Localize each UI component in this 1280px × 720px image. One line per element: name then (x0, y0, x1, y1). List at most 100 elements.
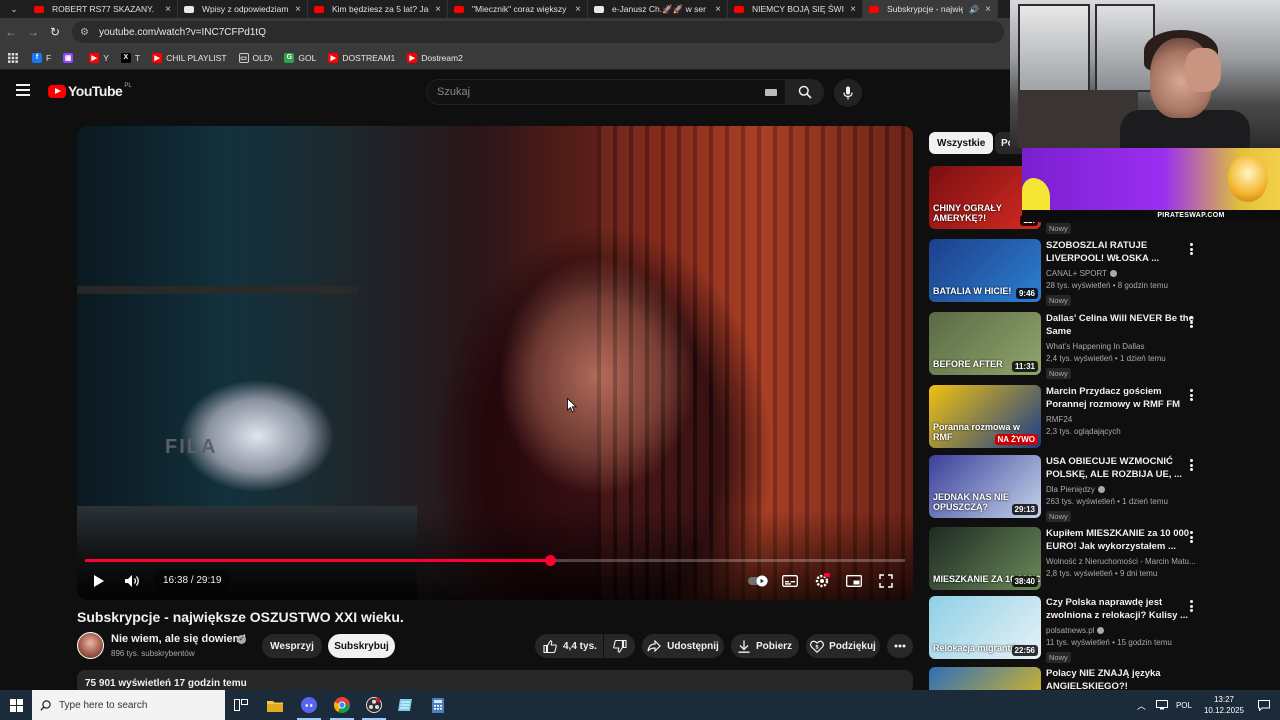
chip-all[interactable]: Wszystkie (929, 132, 994, 154)
notification-icon[interactable] (1258, 699, 1270, 711)
recommendation-channel[interactable]: Dla Pieniędzy (1046, 485, 1105, 494)
address-bar[interactable]: ⚙ youtube.com/watch?v=INC7CFPd1tQ (72, 21, 1004, 43)
recommendation-channel[interactable]: CANAL+ SPORT (1046, 269, 1117, 278)
more-vertical-icon[interactable] (1190, 316, 1194, 330)
browser-tab[interactable]: NIEMCY BOJĄ SIĘ ŚWIĄT × (728, 0, 863, 18)
recommendation-item[interactable]: MIESZKANIE ZA 10 000 €38:40 Kupiłem MIESZ… (929, 527, 1209, 595)
chrome-app-button[interactable] (326, 690, 358, 720)
bookmark-item[interactable]: XT (120, 52, 140, 63)
tab-close-icon[interactable]: × (435, 4, 441, 15)
more-vertical-icon[interactable] (1190, 389, 1194, 403)
browser-tab[interactable]: ROBERT RS77 SKAZANY. × (28, 0, 178, 18)
fullscreen-button[interactable] (875, 570, 897, 592)
notes-app-button[interactable] (390, 690, 422, 720)
play-button[interactable] (89, 570, 109, 592)
voice-search-button[interactable] (834, 79, 862, 107)
subscribe-button[interactable]: Subskrybuj (328, 634, 395, 658)
network-icon[interactable] (1155, 700, 1168, 710)
bookmark-item[interactable]: ▶ Dostream2 (407, 52, 463, 63)
tab-audio-icon[interactable]: 🔊 (969, 5, 979, 14)
recommendation-title[interactable]: Polacy NIE ZNAJĄ języka ANGIELSKIEGO?! (1046, 667, 1201, 690)
bookmark-item[interactable]: G GOL (284, 52, 316, 63)
recommendation-thumbnail[interactable]: BEFORE AFTER 11:31 (929, 312, 1041, 375)
tab-close-icon[interactable]: × (575, 4, 581, 15)
recommendation-title[interactable]: SZOBOSZLAI RATUJE LIVERPOOL! WŁOSKA ... (1046, 239, 1201, 265)
recommendation-channel[interactable]: polsatnews.pl (1046, 626, 1105, 635)
recommendation-thumbnail[interactable]: Poranna rozmowa w RMF NA ŻYWO (929, 385, 1041, 448)
recommendation-title[interactable]: Kupiłem MIESZKANIE za 10 000 EURO! Jak w… (1046, 527, 1201, 553)
browser-tab[interactable]: Wpisy z odpowiedziami u × (178, 0, 308, 18)
progress-scrubber[interactable] (544, 555, 556, 566)
recommendation-item[interactable]: JEDNAK NAS NIE OPUSZCZĄ? 29:13 USA OBIECUJ… (929, 455, 1209, 523)
more-vertical-icon[interactable] (1190, 600, 1194, 614)
tray-chevron-icon[interactable]: ︿ (1137, 699, 1146, 712)
tab-close-icon[interactable]: × (985, 4, 991, 15)
share-button[interactable]: Udostępnij (642, 634, 724, 658)
recommendation-item[interactable]: Relokacja migrantów 22:56 Czy Polska napra… (929, 596, 1209, 664)
calculator-app-button[interactable] (422, 690, 454, 720)
obs-app-button[interactable] (358, 690, 390, 720)
recommendation-thumbnail[interactable]: JEDNAK NAS NIE OPUSZCZĄ? 29:13 (929, 455, 1041, 518)
bookmark-item[interactable]: fF (32, 52, 51, 63)
tab-close-icon[interactable]: × (715, 4, 721, 15)
dislike-button[interactable] (604, 634, 635, 658)
more-vertical-icon[interactable] (1190, 459, 1194, 473)
tab-close-icon[interactable]: × (165, 4, 171, 15)
more-actions-button[interactable] (887, 634, 913, 658)
search-button[interactable] (786, 79, 824, 105)
recommendation-item[interactable]: Polacy NIE ZNAJĄ języka ANGIELSKIEGO?! (929, 667, 1209, 690)
browser-tab[interactable]: e-Janusz Ch.🚀🚀 w ser × (588, 0, 728, 18)
channel-avatar[interactable] (77, 632, 104, 659)
recommendation-thumbnail[interactable] (929, 667, 1041, 690)
bookmark-item[interactable]: ▶ DOSTREAM1 (328, 52, 395, 63)
browser-tab[interactable]: Subskrypcje - najwięk 🔊 × (863, 0, 998, 18)
recommendation-thumbnail[interactable]: Relokacja migrantów 22:56 (929, 596, 1041, 659)
autoplay-toggle[interactable] (747, 570, 771, 592)
thanks-button[interactable]: $ Podziękuj (806, 634, 880, 658)
tab-close-icon[interactable]: × (850, 4, 856, 15)
start-button[interactable] (0, 690, 32, 720)
more-vertical-icon[interactable] (1190, 531, 1194, 545)
browser-tab[interactable]: "Miecznik" coraz większy × (448, 0, 588, 18)
recommendation-title[interactable]: Dallas' Celina Will NEVER Be the Same (1046, 312, 1201, 338)
apps-grid-icon[interactable] (8, 52, 18, 63)
browser-tab[interactable]: Kim będziesz za 5 lat? Jak × (308, 0, 448, 18)
recommendation-item[interactable]: BATALIA W HICIE! 9:46 SZOBOSZLAI RATUJE LI… (929, 239, 1209, 307)
back-arrow-icon[interactable]: ← (0, 25, 22, 39)
forward-arrow-icon[interactable]: → (22, 25, 44, 39)
recommendation-item[interactable]: Poranna rozmowa w RMF NA ŻYWO Marcin Przyd… (929, 385, 1209, 453)
miniplayer-button[interactable] (843, 570, 865, 592)
recommendation-thumbnail[interactable]: BATALIA W HICIE! 9:46 (929, 239, 1041, 302)
channel-name[interactable]: Nie wiem, ale się dowiem! (111, 633, 246, 645)
download-button[interactable]: Pobierz (731, 634, 799, 658)
recommendation-thumbnail[interactable]: MIESZKANIE ZA 10 000 €38:40 (929, 527, 1041, 590)
search-input[interactable]: Szukaj (426, 79, 786, 105)
bookmark-item[interactable]: ▶ Y (89, 52, 109, 63)
bookmark-item[interactable]: ▶ CHIL PLAYLIST (152, 52, 227, 63)
progress-bar[interactable] (85, 555, 905, 566)
recommendation-title[interactable]: Marcin Przydacz gościem Porannej rozmowy… (1046, 385, 1201, 411)
file-explorer-button[interactable] (259, 690, 291, 720)
subtitles-button[interactable] (779, 570, 801, 592)
keyboard-icon[interactable] (765, 89, 777, 96)
reload-icon[interactable]: ↻ (44, 25, 66, 39)
recommendation-title[interactable]: Czy Polska naprawdę jest zwolniona z rel… (1046, 596, 1201, 622)
more-vertical-icon[interactable] (1190, 243, 1194, 257)
hamburger-menu-icon[interactable] (16, 84, 30, 99)
video-player[interactable]: FILA 16:38 / 29:19 (77, 126, 913, 600)
recommendation-item[interactable]: BEFORE AFTER 11:31 Dallas' Celina Will NEV… (929, 312, 1209, 380)
language-indicator[interactable]: POL (1176, 701, 1192, 710)
taskbar-search-input[interactable]: Type here to search (32, 690, 225, 720)
recommendation-title[interactable]: USA OBIECUJE WZMOCNIĆ POLSKĘ, ALE ROZBIJ… (1046, 455, 1201, 481)
recommendation-channel[interactable]: Wolność z Nieruchomości - Marcin Matu... (1046, 557, 1196, 566)
settings-button[interactable] (811, 570, 833, 592)
bookmark-item[interactable]: ▭ OLD\ (238, 52, 272, 63)
taskbar-clock[interactable]: 13:27 10.12.2025 (1204, 694, 1244, 716)
like-button[interactable]: 4,4 tys. (535, 634, 603, 658)
mute-button[interactable] (121, 570, 145, 592)
tab-search-menu-icon[interactable]: ⌄ (0, 0, 28, 18)
recommendation-channel[interactable]: What's Happening In Dallas (1046, 342, 1144, 351)
task-view-button[interactable] (225, 690, 257, 720)
tab-close-icon[interactable]: × (295, 4, 301, 15)
join-button[interactable]: Wesprzyj (262, 634, 322, 658)
